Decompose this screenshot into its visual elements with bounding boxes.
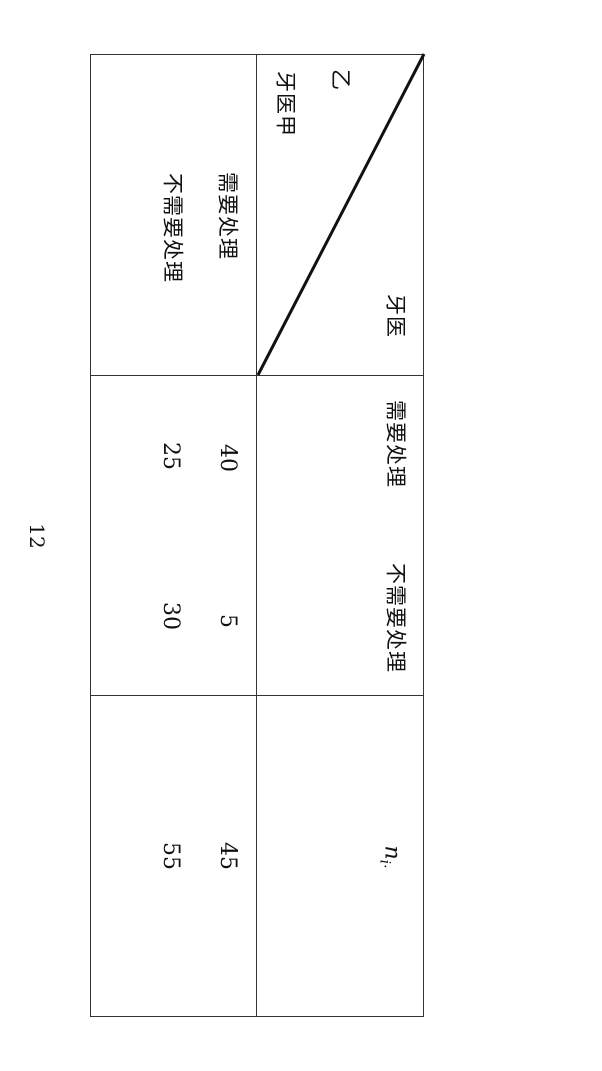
document-page: 牙医 乙 牙医甲 需要处理 不需要处理 需要处理 不需要处理 ni· 40 5 … <box>0 0 602 1071</box>
cell-row2-col3: 55 <box>158 842 183 870</box>
cell-row2-col2: 30 <box>158 602 183 630</box>
column-header-marginal: ni· <box>376 845 405 869</box>
cell-row1-col3: 45 <box>215 842 240 870</box>
marginal-symbol-main: n <box>379 845 405 860</box>
cell-row1-col2: 5 <box>215 614 240 628</box>
cell-row1-col1: 40 <box>215 444 240 472</box>
corner-left-label-a: 乙 <box>328 69 353 91</box>
cell-row2-col1: 25 <box>158 442 183 470</box>
table-divider-col <box>256 54 258 1017</box>
marginal-symbol-subscript: i· <box>376 859 393 869</box>
corner-left-label-b: 牙医甲 <box>273 71 298 137</box>
corner-top-label: 牙医 <box>383 294 408 338</box>
column-header-need-treatment: 需要处理 <box>383 400 408 488</box>
row-header-no-treatment: 不需要处理 <box>160 173 185 283</box>
column-header-no-treatment: 不需要处理 <box>383 563 408 673</box>
page-number: 12 <box>25 523 49 549</box>
row-header-need-treatment: 需要处理 <box>215 172 240 260</box>
